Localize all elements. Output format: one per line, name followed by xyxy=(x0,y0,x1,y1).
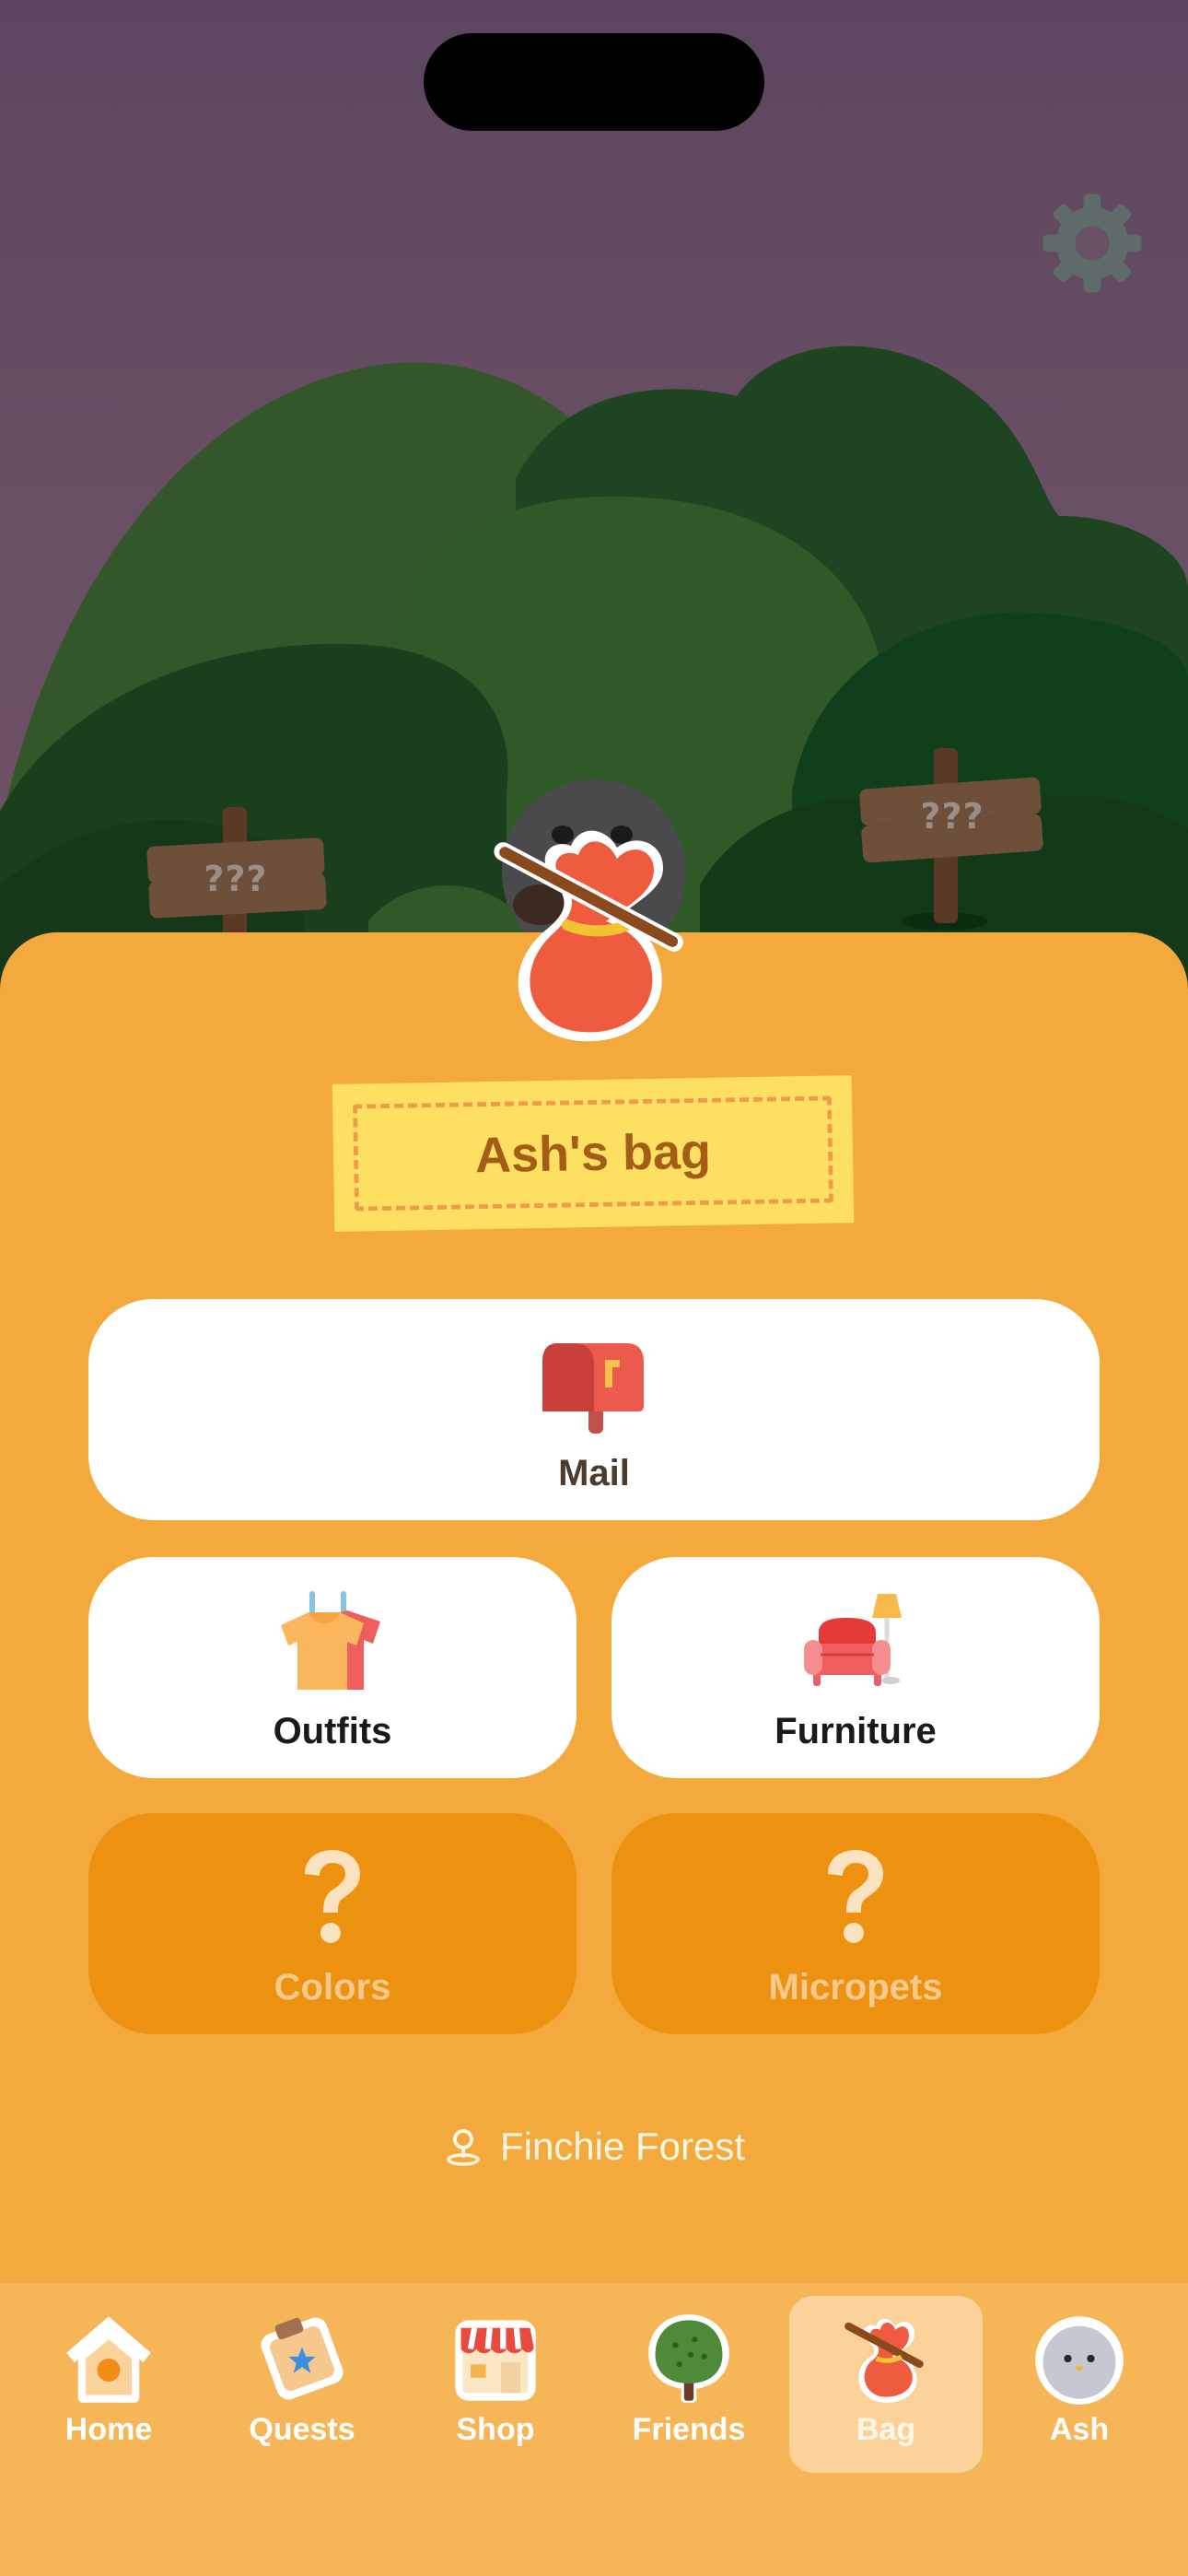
mail-label: Mail xyxy=(558,1453,630,1493)
question-icon xyxy=(305,1850,360,1943)
nav-label-friends: Friends xyxy=(632,2412,746,2447)
outfits-button[interactable]: Outfits xyxy=(88,1557,577,1778)
nav-label-ash: Ash xyxy=(1049,2412,1110,2447)
mail-button[interactable]: Mail xyxy=(88,1299,1100,1520)
micropets-button[interactable]: Micropets xyxy=(611,1813,1100,2034)
bag-icon xyxy=(494,830,683,1042)
quest-scroll-icon xyxy=(261,2317,344,2400)
location-indicator: Finchie Forest xyxy=(0,2119,1188,2174)
sign-right: ??? xyxy=(855,746,1050,931)
shop-icon xyxy=(455,2320,536,2401)
question-icon xyxy=(828,1850,883,1943)
nav-item-home[interactable]: Home xyxy=(12,2296,205,2473)
sign-left: ??? xyxy=(138,802,333,940)
nav-label-bag: Bag xyxy=(856,2412,916,2447)
tree-icon xyxy=(648,2314,729,2403)
mailbox-icon xyxy=(542,1343,644,1434)
birdhouse-icon xyxy=(66,2316,151,2403)
dynamic-island xyxy=(424,33,764,131)
sign-label: ??? xyxy=(204,859,268,899)
bottom-nav: Home Quests Shop Friends Bag Ash xyxy=(0,2283,1188,2576)
bird-avatar-icon xyxy=(1035,2316,1124,2405)
bag-icon xyxy=(844,2318,924,2403)
shirts-icon xyxy=(281,1591,380,1690)
nav-item-friends[interactable]: Friends xyxy=(592,2296,786,2473)
colors-label: Colors xyxy=(274,1967,391,2008)
map-pin-icon xyxy=(447,2129,480,2166)
nav-item-quests[interactable]: Quests xyxy=(205,2296,399,2473)
page-title: Ash's bag xyxy=(474,1123,712,1184)
nav-label-shop: Shop xyxy=(456,2412,535,2447)
micropets-label: Micropets xyxy=(768,1967,943,2008)
colors-button[interactable]: Colors xyxy=(88,1813,577,2034)
nav-label-quests: Quests xyxy=(249,2412,355,2447)
furniture-label: Furniture xyxy=(775,1711,937,1751)
bag-title-tag: Ash's bag xyxy=(332,1075,855,1232)
nav-label-home: Home xyxy=(64,2412,153,2447)
furniture-button[interactable]: Furniture xyxy=(611,1557,1100,1778)
gear-icon[interactable] xyxy=(1039,190,1146,297)
nav-item-shop[interactable]: Shop xyxy=(399,2296,592,2473)
nav-item-bag[interactable]: Bag xyxy=(789,2296,983,2473)
outfits-label: Outfits xyxy=(273,1711,392,1751)
sofa-lamp-icon xyxy=(804,1594,902,1686)
sign-label: ??? xyxy=(920,796,984,837)
nav-item-ash[interactable]: Ash xyxy=(983,2296,1176,2473)
location-name: Finchie Forest xyxy=(499,2125,746,2168)
